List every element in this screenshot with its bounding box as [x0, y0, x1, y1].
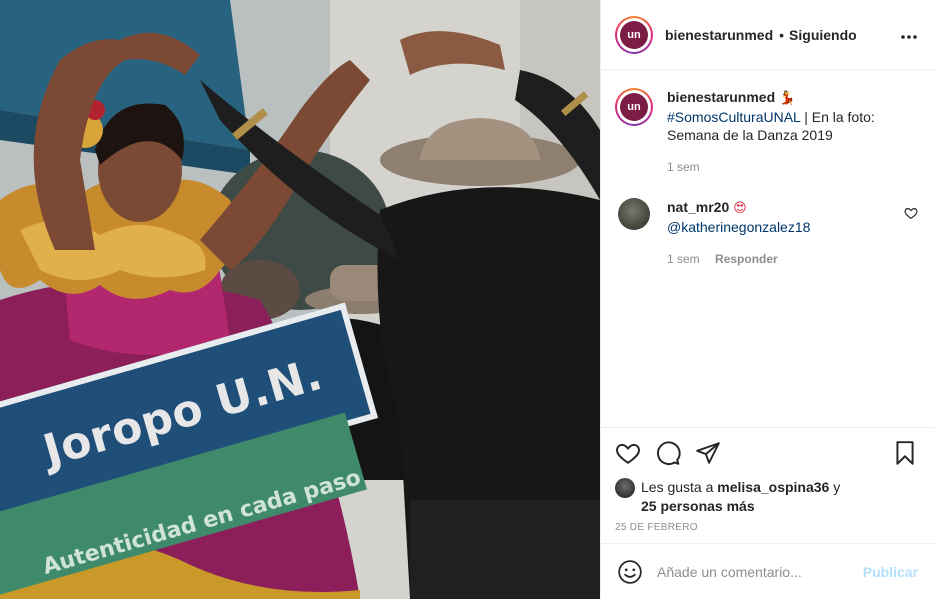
action-icons-row	[615, 438, 918, 468]
post-photo[interactable]: Joropo U.N. Autenticidad en cada paso	[0, 0, 600, 599]
instagram-post: Joropo U.N. Autenticidad en cada paso un…	[0, 0, 934, 599]
header-username[interactable]: bienestarunmed	[665, 27, 773, 43]
post-date[interactable]: 25 DE FEBRERO	[615, 522, 918, 533]
comments-list: un bienestarunmed 💃 #SomosCulturaUNAL | …	[601, 70, 934, 427]
liker-username[interactable]: melisa_ospina36	[717, 479, 829, 495]
share-icon[interactable]	[695, 440, 721, 466]
caption-username[interactable]: bienestarunmed	[667, 89, 775, 105]
post-header: un bienestarunmed • Siguiendo	[601, 0, 934, 70]
comment-icon[interactable]	[655, 440, 681, 466]
un-logo-icon: un	[620, 20, 648, 49]
comment-mention[interactable]: @katherinegonzalez18	[667, 219, 810, 235]
dance-photo-illustration	[0, 0, 600, 599]
comment-like-heart-icon[interactable]	[904, 206, 918, 220]
likes-mid: y	[829, 479, 841, 495]
avatar[interactable]: un	[615, 15, 653, 54]
likes-text: Les gusta a melisa_ospina36 y 25 persona…	[641, 478, 840, 516]
likes-summary: Les gusta a melisa_ospina36 y 25 persona…	[615, 478, 918, 516]
publish-button[interactable]: Publicar	[863, 564, 918, 580]
reply-button[interactable]: Responder	[715, 252, 778, 266]
caption-time[interactable]: 1 sem	[667, 160, 700, 174]
more-options-icon[interactable]	[900, 24, 918, 45]
heart-icon[interactable]	[615, 440, 641, 466]
caption-avatar[interactable]: un	[615, 88, 653, 176]
caption-meta: 1 sem	[667, 158, 893, 176]
heart-eyes-emoji-icon: 😍	[733, 201, 747, 216]
caption: un bienestarunmed 💃 #SomosCulturaUNAL | …	[615, 88, 918, 176]
bookmark-icon[interactable]	[892, 440, 918, 466]
post-side-panel: un bienestarunmed • Siguiendo un bienest…	[600, 0, 934, 599]
caption-hashtag[interactable]: #SomosCulturaUNAL	[667, 109, 800, 125]
comment-time[interactable]: 1 sem	[667, 252, 700, 266]
avatar-inner: un	[617, 17, 651, 52]
comment-body: nat_mr20 😍 @katherinegonzalez18 1 sem Re…	[667, 198, 893, 268]
add-comment-bar: Publicar	[601, 543, 934, 599]
following-button[interactable]: Siguiendo	[789, 27, 857, 43]
comment-avatar[interactable]	[618, 198, 650, 268]
comment-text: @katherinegonzalez18	[667, 218, 893, 236]
likes-prefix: Les gusta a	[641, 479, 718, 495]
caption-avatar-ring: un	[615, 88, 653, 126]
comment-meta: 1 sem Responder	[667, 250, 893, 268]
un-logo-icon: un	[620, 93, 648, 121]
post-actions: Les gusta a melisa_ospina36 y 25 persona…	[601, 427, 934, 533]
avatar[interactable]	[615, 478, 635, 498]
header-separator: •	[779, 26, 785, 43]
comment-input[interactable]	[657, 563, 863, 580]
avatar	[618, 198, 650, 230]
emoji-smile-icon[interactable]	[617, 559, 643, 585]
dancer-emoji-icon: 💃	[779, 91, 796, 106]
comment-item: nat_mr20 😍 @katherinegonzalez18 1 sem Re…	[615, 198, 918, 268]
caption-body: bienestarunmed 💃 #SomosCulturaUNAL | En …	[667, 88, 893, 176]
caption-text: #SomosCulturaUNAL | En la foto: Semana d…	[667, 108, 893, 144]
likes-others-link[interactable]: 25 personas más	[641, 498, 755, 514]
caption-avatar-inner: un	[617, 90, 651, 124]
comment-username[interactable]: nat_mr20	[667, 199, 729, 215]
